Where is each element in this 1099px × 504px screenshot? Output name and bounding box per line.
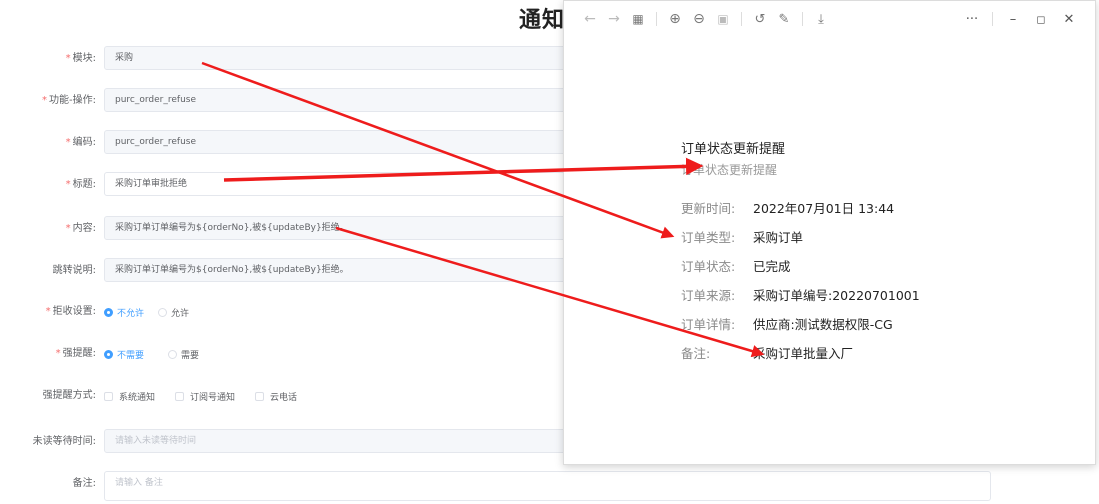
edit-icon[interactable]: ✎: [772, 7, 796, 31]
remind-method-cloud-phone[interactable]: 云电话: [255, 390, 297, 403]
strong-remind-radio-group: 不需要 需要: [104, 341, 213, 367]
checkbox-icon: [104, 391, 113, 401]
form-row-remark: 备注: 请输入 备注: [0, 471, 1099, 501]
remind-method-system[interactable]: 系统通知: [104, 390, 155, 403]
refuse-option-allow[interactable]: 允许: [158, 306, 189, 319]
info-row-order-type: 订单类型: 采购订单: [681, 230, 804, 245]
zoom-out-icon[interactable]: ⊖: [687, 7, 711, 31]
maximize-icon[interactable]: ◻: [1027, 7, 1055, 31]
toolbar-divider: [741, 12, 742, 26]
info-row-order-detail: 订单详情: 供应商:测试数据权限-CG: [681, 317, 893, 332]
module-label: * 模块:: [65, 53, 96, 64]
radio-dot-icon: [104, 349, 113, 359]
radio-dot-icon: [168, 349, 178, 359]
function-label: * 功能-操作:: [42, 95, 96, 106]
toolbar-divider: [802, 12, 803, 26]
jump-label: 跳转说明:: [52, 265, 96, 276]
unread-wait-label: 未读等待时间:: [32, 436, 96, 447]
fit-page-icon[interactable]: ▣: [711, 7, 735, 31]
info-row-update-time: 更新时间: 2022年07月01日 13:44: [681, 201, 895, 216]
info-row-order-status: 订单状态: 已完成: [681, 259, 791, 274]
forward-arrow-icon[interactable]: →: [602, 7, 626, 31]
notice-preview-window: ← → ▦ ⊕ ⊖ ▣ ↺ ✎ ⤓ ··· – ◻ ✕ 订单状态更新提醒 订单状…: [563, 0, 1096, 465]
minimize-icon[interactable]: –: [999, 7, 1027, 31]
title-label: * 标题:: [65, 179, 96, 190]
strong-remind-label: * 强提醒:: [55, 348, 96, 359]
strong-remind-option-yes[interactable]: 需要: [168, 348, 199, 361]
radio-dot-icon: [158, 307, 168, 317]
remind-method-checkbox-group: 系统通知 订阅号通知 云电话: [104, 383, 317, 409]
page-title: 通知: [519, 8, 566, 33]
refuse-radio-group: 不允许 允许: [104, 299, 203, 325]
window-controls: ··· – ◻ ✕: [958, 7, 1083, 31]
notice-subtitle: 订单状态更新提醒: [681, 163, 778, 177]
refuse-label: * 拒收设置:: [45, 306, 96, 317]
download-icon[interactable]: ⤓: [809, 7, 833, 31]
code-label: * 编码:: [65, 137, 96, 148]
remind-method-subscription[interactable]: 订阅号通知: [175, 390, 235, 403]
remind-method-label: 强提醒方式:: [42, 390, 96, 401]
checkbox-icon: [255, 391, 265, 401]
viewer-toolbar: ← → ▦ ⊕ ⊖ ▣ ↺ ✎ ⤓ ··· – ◻ ✕: [564, 1, 1095, 37]
remark-input[interactable]: 请输入 备注: [104, 471, 991, 501]
rotate-icon[interactable]: ↺: [748, 7, 772, 31]
strong-remind-option-no[interactable]: 不需要: [104, 348, 144, 361]
zoom-in-icon[interactable]: ⊕: [663, 7, 687, 31]
checkbox-icon: [175, 391, 185, 401]
back-arrow-icon[interactable]: ←: [578, 7, 602, 31]
close-icon[interactable]: ✕: [1055, 7, 1083, 31]
notice-title: 订单状态更新提醒: [681, 142, 786, 157]
radio-dot-icon: [104, 307, 113, 317]
more-icon[interactable]: ···: [958, 7, 986, 31]
info-row-order-source: 订单来源: 采购订单编号:20220701001: [681, 288, 920, 303]
refuse-option-disallow[interactable]: 不允许: [104, 306, 144, 319]
toolbar-divider: [992, 12, 993, 26]
remark-label: 备注:: [72, 478, 96, 489]
grid-icon[interactable]: ▦: [626, 7, 650, 31]
info-row-remark: 备注: 采购订单批量入厂: [681, 346, 854, 361]
content-label: * 内容:: [65, 223, 96, 234]
toolbar-divider: [656, 12, 657, 26]
